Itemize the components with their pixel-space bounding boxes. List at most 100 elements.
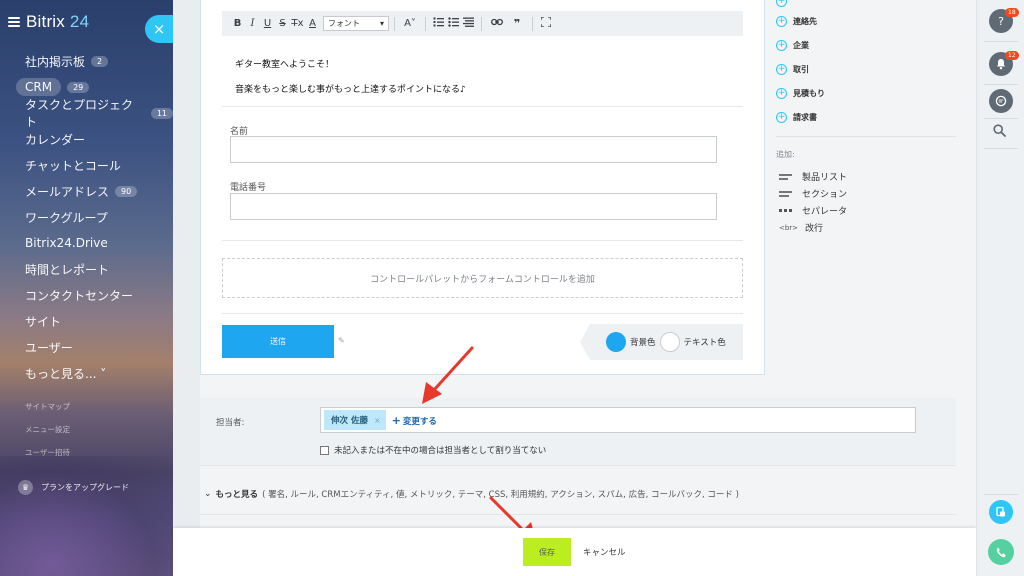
text-color-swatch[interactable]	[659, 332, 680, 352]
form-preview: B I U S T̶x A フォント ▾ A˅ ❞ ギター教室へようこそ！ 音楽…	[200, 0, 765, 375]
underline-button[interactable]: U	[260, 18, 275, 29]
add-control-dropzone[interactable]: コントロールパレットからフォームコントロールを追加	[222, 258, 743, 298]
clear-format-button[interactable]: T̶x	[290, 18, 305, 29]
count-badge: 2	[91, 55, 109, 67]
add-product-list[interactable]: 製品リスト	[779, 170, 847, 183]
fullscreen-icon[interactable]	[538, 16, 553, 30]
section-divider	[200, 465, 956, 466]
form-settings-panel: B I U S T̶x A フォント ▾ A˅ ❞ ギター教室へようこそ！ 音楽…	[200, 0, 976, 528]
document-icon[interactable]	[989, 500, 1013, 524]
italic-button[interactable]: I	[245, 18, 260, 29]
font-color-button[interactable]: A	[305, 18, 320, 29]
responsible-selector[interactable]: 伸次 佐藤 × + 変更する	[320, 407, 916, 433]
sidebar-sitemap-link[interactable]: サイトマップ	[25, 401, 70, 412]
font-family-select[interactable]: フォント ▾	[323, 16, 389, 31]
slider-backdrop	[173, 0, 200, 528]
remove-icon[interactable]: ×	[374, 416, 381, 425]
color-panel: 背景色 テキスト色	[580, 324, 743, 360]
responsible-section: 担当者: 伸次 佐藤 × + 変更する 未記入または不在中の場合は担当者として割り…	[200, 398, 956, 466]
notifications-count-badge: 12	[1005, 51, 1019, 60]
palette-item-invoice[interactable]: + 請求書	[776, 112, 817, 123]
section-divider	[222, 240, 743, 241]
text-color-label: テキスト色	[683, 338, 726, 348]
background-color-label: 背景色	[630, 338, 656, 348]
section-icon	[779, 190, 792, 197]
assignee-chip[interactable]: 伸次 佐藤 ×	[324, 410, 386, 430]
phone-icon[interactable]	[988, 539, 1014, 565]
editor-line: ギター教室へようこそ！	[235, 60, 335, 70]
section-divider	[222, 106, 743, 107]
sidebar-item-sites[interactable]: サイト	[0, 308, 173, 334]
palette-item-contact[interactable]: + 連絡先	[776, 16, 817, 27]
sidebar-menu-settings-link[interactable]: メニュー設定	[25, 424, 70, 435]
cancel-button[interactable]: キャンセル	[583, 546, 626, 558]
strikethrough-button[interactable]: S	[275, 18, 290, 29]
toolbar-divider	[394, 16, 395, 31]
right-bar-divider	[984, 118, 1018, 119]
palette-item-deal[interactable]: + 取引	[776, 64, 809, 75]
close-icon[interactable]: ×	[145, 15, 173, 43]
right-bar-divider	[984, 84, 1018, 85]
left-sidebar: Bitrix 24 社内掲示板 2 CRM 29 タスクとプロジェクト 11 カレンダ…	[0, 0, 173, 576]
plus-icon: +	[776, 16, 787, 27]
sidebar-item-feed[interactable]: 社内掲示板 2	[0, 48, 173, 74]
palette-item-company[interactable]: + 企業	[776, 40, 809, 51]
chat-icon[interactable]	[989, 89, 1013, 113]
no-assign-checkbox[interactable]	[320, 445, 329, 455]
no-assign-option[interactable]: 未記入または不在中の場合は担当者として割り当てない	[320, 444, 546, 456]
plus-icon: +	[776, 64, 787, 75]
action-bar: 保存 キャンセル	[173, 528, 976, 576]
font-size-button[interactable]: A˅	[400, 18, 420, 29]
bold-button[interactable]: B	[230, 18, 245, 29]
name-field[interactable]	[230, 136, 717, 163]
sidebar-item-mail[interactable]: メールアドレス 90	[0, 178, 173, 204]
sidebar-invite-link[interactable]: ユーザー招待	[25, 447, 70, 458]
upgrade-plan-button[interactable]: ♛ プランをアップグレード	[18, 480, 129, 495]
menu-burger-icon[interactable]	[8, 17, 20, 27]
sidebar-item-users[interactable]: ユーザー	[0, 334, 173, 360]
editor-line: 音楽をもっと楽しむ事がもっと上達するポイントになる♪	[235, 85, 466, 95]
plus-icon: +	[391, 413, 401, 427]
sidebar-menu: 社内掲示板 2 CRM 29 タスクとプロジェクト 11 カレンダー チャットとコール…	[0, 48, 173, 386]
count-badge: 90	[115, 185, 138, 197]
sidebar-item-tasks[interactable]: タスクとプロジェクト 11	[0, 98, 173, 129]
align-icon[interactable]	[461, 17, 476, 30]
more-settings-toggle[interactable]: ⌄ もっと見る ( 署名, ルール, CRMエンティティ, 値, メトリック, …	[204, 488, 739, 500]
sidebar-item-drive[interactable]: Bitrix24.Drive	[0, 230, 173, 256]
search-icon[interactable]	[993, 124, 1006, 141]
responsible-label: 担当者:	[216, 418, 245, 428]
add-section[interactable]: セクション	[779, 187, 847, 200]
submit-area: 送信 ✎ 背景色 テキスト色	[222, 314, 743, 360]
pencil-icon[interactable]: ✎	[338, 336, 345, 345]
sidebar-item-time-reports[interactable]: 時間とレポート	[0, 256, 173, 282]
change-assignee-link[interactable]: + 変更する	[392, 414, 437, 427]
submit-button[interactable]: 送信	[222, 325, 334, 358]
add-heading: 追加:	[776, 150, 795, 159]
line-break-icon: <br>	[779, 223, 799, 232]
ordered-list-icon[interactable]	[431, 17, 446, 30]
logo-row: Bitrix 24	[8, 12, 89, 32]
editor-toolbar: B I U S T̶x A フォント ▾ A˅ ❞	[222, 11, 743, 36]
unordered-list-icon[interactable]	[446, 17, 461, 30]
add-separator[interactable]: セパレータ	[779, 204, 847, 217]
add-line-break[interactable]: <br> 改行	[779, 221, 823, 235]
sidebar-item-contact-center[interactable]: コンタクトセンター	[0, 282, 173, 308]
palette-item-partial[interactable]: +	[776, 0, 787, 7]
logo[interactable]: Bitrix 24	[26, 12, 89, 32]
phone-field-label: 電話番号	[230, 183, 267, 193]
sidebar-item-more[interactable]: もっと見る... ˅	[0, 360, 173, 386]
background-color-swatch[interactable]	[606, 332, 626, 352]
sidebar-item-chat[interactable]: チャットとコール	[0, 152, 173, 178]
separator-icon	[779, 209, 792, 212]
palette-item-quote[interactable]: + 見積もり	[776, 88, 825, 99]
sidebar-item-workgroups[interactable]: ワークグループ	[0, 204, 173, 230]
editor-content[interactable]: ギター教室へようこそ！ 音楽をもっと楽しむ事がもっと上達するポイントになる♪	[235, 53, 466, 103]
right-bar-divider	[984, 41, 1018, 42]
toolbar-divider	[532, 16, 533, 31]
save-button[interactable]: 保存	[523, 538, 571, 566]
quote-icon[interactable]: ❞	[507, 17, 527, 30]
crown-icon: ♛	[18, 480, 33, 495]
phone-field[interactable]	[230, 193, 717, 220]
link-icon[interactable]	[487, 18, 507, 29]
palette-divider	[776, 136, 956, 137]
